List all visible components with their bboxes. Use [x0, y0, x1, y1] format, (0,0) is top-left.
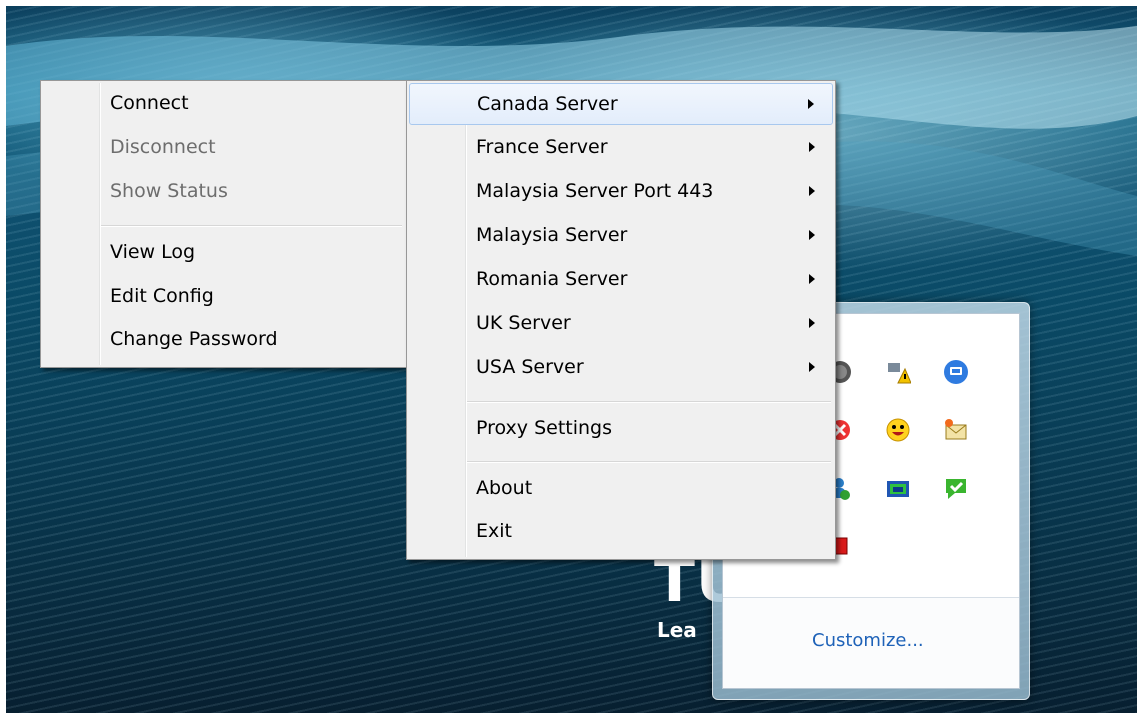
network-warning-icon[interactable]	[885, 359, 911, 385]
submenu-arrow-icon	[809, 142, 815, 152]
menu-item-uk-server[interactable]: UK Server	[409, 303, 833, 345]
menu-item-label: Canada Server	[477, 93, 618, 115]
menu-item-connect[interactable]: Connect	[43, 83, 404, 125]
smiley-messenger-icon[interactable]	[885, 417, 911, 443]
menu-separator	[467, 401, 831, 402]
green-check-chat-icon[interactable]	[943, 475, 969, 501]
menu-separator	[101, 225, 402, 226]
tray-context-menu: Connect Disconnect Show Status View Log …	[40, 80, 407, 368]
menu-item-change-password[interactable]: Change Password	[43, 319, 404, 361]
submenu-arrow-icon	[808, 99, 814, 109]
network-connection-icon[interactable]	[885, 475, 911, 501]
new-mail-icon[interactable]	[943, 417, 969, 443]
menu-item-view-log[interactable]: View Log	[43, 232, 404, 274]
menu-item-disconnect: Disconnect	[43, 127, 404, 169]
menu-item-malaysia-server[interactable]: Malaysia Server	[409, 215, 833, 257]
submenu-arrow-icon	[809, 186, 815, 196]
menu-item-about[interactable]: About	[409, 468, 833, 510]
menu-item-edit-config[interactable]: Edit Config	[43, 276, 404, 318]
menu-item-label: Proxy Settings	[476, 417, 613, 439]
customize-link[interactable]: Customize...	[812, 630, 924, 651]
menu-item-romania-server[interactable]: Romania Server	[409, 259, 833, 301]
submenu-arrow-icon	[809, 362, 815, 372]
menu-item-canada-server[interactable]: Canada Server	[409, 83, 833, 125]
menu-item-malaysia-server-port-443[interactable]: Malaysia Server Port 443	[409, 171, 833, 213]
menu-separator	[467, 461, 831, 462]
menu-item-label: Romania Server	[476, 268, 628, 290]
menu-item-france-server[interactable]: France Server	[409, 127, 833, 169]
menu-item-label: France Server	[476, 136, 608, 158]
menu-item-label: About	[476, 477, 533, 499]
menu-item-label: Edit Config	[110, 285, 214, 307]
menu-item-show-status: Show Status	[43, 171, 404, 213]
submenu-arrow-icon	[809, 318, 815, 328]
menu-item-label: Malaysia Server	[476, 224, 628, 246]
menu-item-label: Change Password	[110, 328, 278, 350]
menu-item-label: Connect	[110, 92, 189, 114]
menu-item-exit[interactable]: Exit	[409, 511, 833, 553]
menu-item-usa-server[interactable]: USA Server	[409, 347, 833, 389]
wallpaper-small-text: Lea	[657, 618, 697, 642]
submenu-arrow-icon	[809, 274, 815, 284]
menu-item-label: USA Server	[476, 356, 584, 378]
menu-item-label: UK Server	[476, 312, 571, 334]
menu-item-label: Malaysia Server Port 443	[476, 180, 714, 202]
tray-footer: Customize...	[723, 597, 1019, 688]
menu-item-proxy-settings[interactable]: Proxy Settings	[409, 408, 833, 450]
menu-item-label: Exit	[476, 520, 512, 542]
server-submenu: Canada Server France Server Malaysia Ser…	[406, 80, 836, 560]
monitor-chat-icon[interactable]	[943, 359, 969, 385]
submenu-arrow-icon	[809, 230, 815, 240]
menu-item-label: Show Status	[110, 180, 228, 202]
menu-item-label: View Log	[110, 241, 196, 263]
menu-item-label: Disconnect	[110, 136, 216, 158]
